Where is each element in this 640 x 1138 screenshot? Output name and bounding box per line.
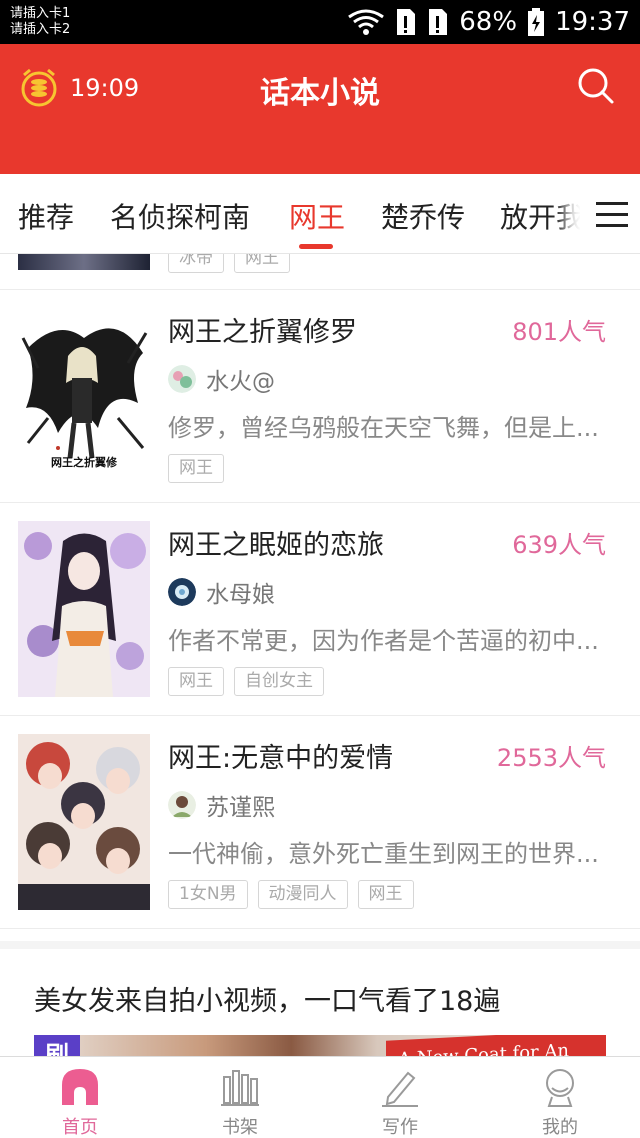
avatar: [168, 365, 196, 393]
author-name: 水火@: [206, 369, 275, 395]
bottom-navigation: 首页 书架 写作 我的: [0, 1056, 640, 1138]
book-description: 作者不常更，因为作者是个苦逼的初中...: [168, 627, 599, 655]
sim-status: 请插入卡1 请插入卡2: [10, 6, 70, 38]
nav-write-label: 写作: [382, 1117, 418, 1138]
sim1-icon: [397, 9, 416, 35]
tag[interactable]: 自创女主: [234, 667, 324, 696]
book-cover: [18, 254, 150, 270]
menu-icon[interactable]: [596, 202, 628, 228]
nav-bookshelf-label: 书架: [222, 1117, 258, 1138]
sim1-text: 请插入卡1: [10, 6, 71, 21]
book-description: 一代神偷，意外死亡重生到网王的世界...: [168, 840, 599, 868]
tag[interactable]: 网王: [168, 454, 224, 483]
clock: 19:37: [555, 7, 630, 37]
popularity-count: 801人气: [512, 318, 606, 346]
sim2-text: 请插入卡2: [10, 22, 71, 37]
wifi-icon: [348, 9, 385, 35]
list-item[interactable]: 冰帝 网王: [0, 254, 640, 290]
nav-home[interactable]: 首页: [0, 1057, 160, 1138]
book-description: 修罗，曾经乌鸦般在天空飞舞，但是上...: [168, 414, 599, 442]
nav-bookshelf[interactable]: 书架: [160, 1057, 320, 1138]
book-title[interactable]: 网王之折翼修罗: [168, 310, 357, 349]
author-name: 水母娘: [206, 582, 275, 608]
tag[interactable]: 动漫同人: [257, 880, 348, 909]
tag[interactable]: 网王: [234, 254, 290, 273]
book-cover: [18, 521, 150, 697]
ad-card[interactable]: 美女发来自拍小视频，一口气看了18遍 刷 A New Coat for An: [0, 941, 640, 1095]
list-item[interactable]: 网王:无意中的爱情 2553人气 苏谨熙 一代神偷，意外死亡重生到网王的世界..…: [0, 716, 640, 929]
active-tab-indicator: [299, 244, 333, 249]
avatar: [168, 791, 196, 819]
book-list: 冰帝 网王 网王之折翼修 网王之折翼修罗 801人气 水火@ 修罗，曾经乌鸦般在…: [0, 254, 640, 1095]
popularity-count: 2553人气: [496, 744, 606, 772]
category-tabs: 推荐 名侦探柯南 网王 楚乔传 放开我:: [0, 174, 640, 254]
nav-write[interactable]: 写作: [320, 1057, 480, 1138]
tab-chu-qiao[interactable]: 楚乔传: [381, 196, 465, 236]
book-title[interactable]: 网王:无意中的爱情: [168, 736, 393, 775]
tag[interactable]: 冰帝: [168, 254, 224, 273]
book-cover: 网王之折翼修: [18, 308, 150, 484]
list-item[interactable]: 网王之折翼修 网王之折翼修罗 801人气 水火@ 修罗，曾经乌鸦般在天空飞舞，但…: [0, 290, 640, 503]
bookshelf-icon: [221, 1070, 259, 1106]
popularity-count: 639人气: [512, 531, 606, 559]
search-icon[interactable]: [576, 66, 616, 106]
battery-percent: 68%: [459, 7, 518, 37]
tab-recommend[interactable]: 推荐: [18, 196, 74, 236]
tab-detective-conan[interactable]: 名侦探柯南: [110, 196, 250, 236]
nav-profile-label: 我的: [542, 1117, 578, 1138]
ad-title[interactable]: 美女发来自拍小视频，一口气看了18遍: [34, 979, 500, 1018]
avatar: [168, 578, 196, 606]
tab-tennis-prince[interactable]: 网王: [289, 196, 345, 236]
pen-icon: [382, 1071, 418, 1107]
list-item[interactable]: 网王之眠姬的恋旅 639人气 水母娘 作者不常更，因为作者是个苦逼的初中... …: [0, 503, 640, 716]
book-title[interactable]: 网王之眠姬的恋旅: [168, 523, 384, 562]
sim2-icon: [429, 9, 448, 35]
tag[interactable]: 网王: [357, 880, 414, 909]
book-cover: [18, 734, 150, 910]
nav-home-label: 首页: [62, 1117, 98, 1138]
home-icon: [62, 1069, 98, 1105]
tag[interactable]: 1女N男: [168, 880, 248, 909]
tag[interactable]: 网王: [168, 667, 224, 696]
author-name: 苏谨熙: [206, 795, 275, 821]
page-title: 话本小说: [260, 76, 380, 111]
battery-charging-icon: [528, 8, 545, 36]
status-bar: 请插入卡1 请插入卡2 68% 19:37: [0, 0, 640, 44]
profile-icon: [546, 1069, 574, 1107]
nav-profile[interactable]: 我的: [480, 1057, 640, 1138]
cover-caption: 网王之折翼修: [51, 455, 118, 469]
